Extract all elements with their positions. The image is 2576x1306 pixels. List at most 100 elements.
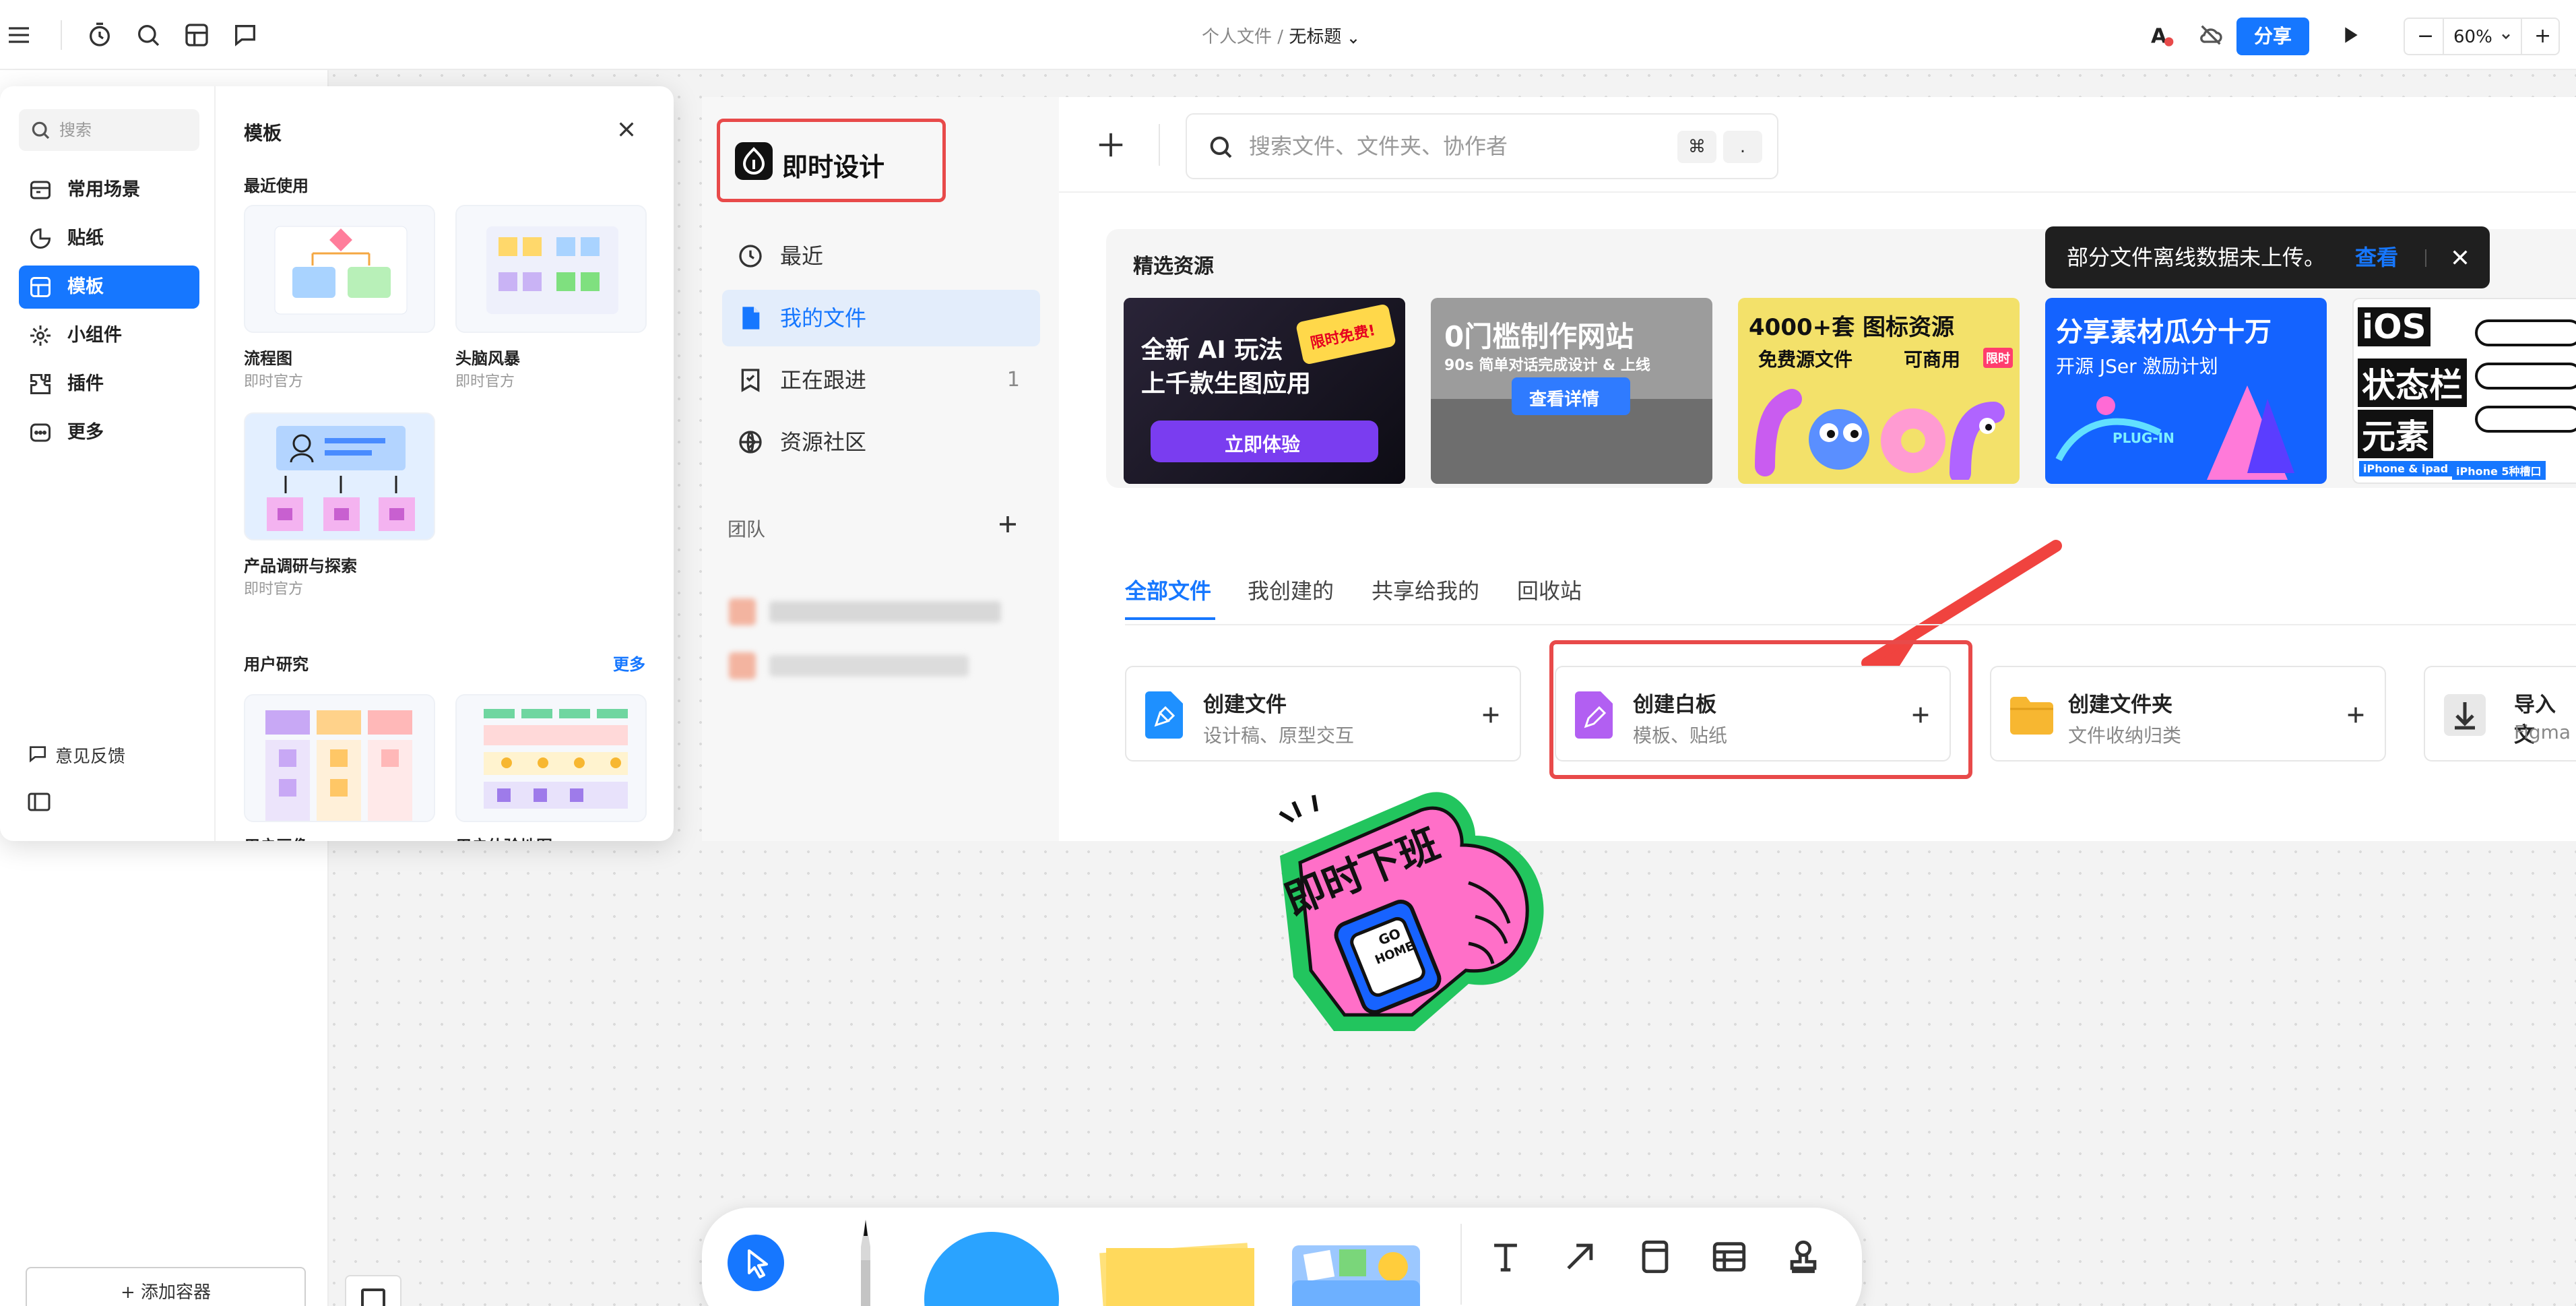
nav-item-label: 最近 bbox=[780, 243, 824, 269]
create-file-card[interactable]: 创建文件 设计稿、原型交互 bbox=[1125, 666, 1521, 761]
banner-website[interactable]: 0门槛制作网站 90s 简单对话完成设计 & 上线 查看详情 bbox=[1431, 298, 1712, 484]
play-icon[interactable] bbox=[2336, 22, 2363, 49]
template-card-brainstorm[interactable] bbox=[455, 205, 647, 333]
search-icon bbox=[1207, 133, 1234, 160]
template-icon bbox=[28, 275, 53, 299]
card-name: 用户画像 bbox=[244, 833, 309, 841]
banner-line3: 元素 bbox=[2358, 410, 2433, 458]
chevron-down-icon[interactable] bbox=[2499, 30, 2513, 43]
breadcrumb-parent[interactable]: 个人文件 bbox=[1202, 27, 1272, 47]
nav-item-community[interactable]: 资源社区 bbox=[722, 414, 1040, 470]
banner-cta[interactable]: 立即体验 bbox=[1225, 430, 1300, 457]
import-file-card[interactable]: 导入文 Figma bbox=[2424, 666, 2576, 761]
banner-tag: iPhone 5种槽口 bbox=[2452, 461, 2546, 480]
add-team-icon[interactable] bbox=[996, 512, 1020, 536]
chevron-down-icon[interactable] bbox=[1347, 32, 1359, 44]
nav-item-plugins[interactable]: 插件 bbox=[19, 363, 199, 406]
section-title-recent: 最近使用 bbox=[244, 177, 309, 195]
download-icon bbox=[2444, 694, 2486, 736]
highlight-box bbox=[1549, 640, 1972, 779]
search-icon[interactable] bbox=[135, 22, 162, 49]
banner-plugin[interactable]: 分享素材瓜分十万 开源 JSer 激励计划 PLUG-IN bbox=[2045, 298, 2327, 484]
font-alert-icon[interactable]: A bbox=[2148, 22, 2175, 49]
nav-item-label: 贴纸 bbox=[67, 228, 104, 249]
panel-toggle-icon[interactable] bbox=[27, 791, 51, 813]
template-card-persona[interactable] bbox=[244, 694, 435, 822]
zoom-level[interactable]: 60% bbox=[2453, 27, 2492, 47]
banner-cta[interactable]: 查看详情 bbox=[1529, 385, 1599, 410]
pointer-icon[interactable] bbox=[728, 1235, 784, 1291]
nav-item-widgets[interactable]: 小组件 bbox=[19, 314, 199, 357]
banner-line2: 90s 简单对话完成设计 & 上线 bbox=[1444, 357, 1650, 374]
banner-icons[interactable]: 4000+套 图标资源 免费源文件 可商用 限时 bbox=[1738, 298, 2020, 484]
nav-item-recent[interactable]: 最近 bbox=[722, 228, 1040, 284]
breadcrumb-current[interactable]: 无标题 bbox=[1289, 27, 1341, 47]
nav-item-my-files[interactable]: 我的文件 bbox=[722, 290, 1040, 346]
team-item-blurred[interactable] bbox=[769, 655, 969, 677]
nav-item-scenes[interactable]: 常用场景 bbox=[19, 168, 199, 212]
more-link[interactable]: 更多 bbox=[613, 651, 645, 675]
nav-item-more[interactable]: 更多 bbox=[19, 411, 199, 454]
team-item-blurred[interactable] bbox=[769, 601, 1001, 623]
zoom-in-button[interactable]: + bbox=[2534, 24, 2551, 48]
pen-icon[interactable] bbox=[849, 1220, 882, 1306]
bottom-toolbar bbox=[702, 1208, 1862, 1306]
close-icon[interactable] bbox=[616, 119, 637, 140]
action-sub: 文件收纳归类 bbox=[2068, 724, 2182, 747]
comment-icon[interactable] bbox=[232, 22, 259, 49]
divider bbox=[1159, 124, 1160, 166]
more-icon bbox=[28, 421, 53, 445]
nav-item-stickers[interactable]: 贴纸 bbox=[19, 217, 199, 260]
sticky-note[interactable] bbox=[1093, 1235, 1254, 1306]
nav-item-templates[interactable]: 模板 bbox=[19, 266, 199, 309]
banner-line2: 状态栏 bbox=[2358, 359, 2467, 407]
template-search-input[interactable]: 搜索 bbox=[19, 109, 199, 151]
banner-line2: 上千款生图应用 bbox=[1141, 370, 1312, 398]
arrow-icon[interactable] bbox=[1560, 1237, 1599, 1276]
tab-created-by-me[interactable]: 我创建的 bbox=[1248, 574, 1334, 605]
featured-title: 精选资源 bbox=[1133, 255, 1214, 278]
phone-frame bbox=[2475, 319, 2576, 346]
phone-frame bbox=[2475, 363, 2576, 390]
template-card-product-research[interactable] bbox=[244, 412, 435, 540]
selection-indicator[interactable] bbox=[345, 1275, 401, 1306]
text-icon[interactable] bbox=[1486, 1237, 1525, 1276]
template-icon[interactable] bbox=[183, 22, 210, 49]
divider bbox=[2521, 19, 2522, 54]
tab-all-files[interactable]: 全部文件 bbox=[1125, 574, 1211, 605]
plugin-illustration bbox=[2055, 385, 2294, 480]
file-search-input[interactable]: 搜索文件、文件夹、协作者 ⌘ . bbox=[1186, 113, 1778, 179]
cloud-off-icon[interactable] bbox=[2197, 22, 2224, 49]
tab-trash[interactable]: 回收站 bbox=[1517, 574, 1582, 605]
zoom-control: − 60% + bbox=[2404, 18, 2560, 55]
toast-view-link[interactable]: 查看 bbox=[2355, 226, 2398, 288]
template-card-flowchart[interactable] bbox=[244, 205, 435, 333]
folder-icon bbox=[2010, 697, 2053, 735]
tab-shared-with-me[interactable]: 共享给我的 bbox=[1372, 574, 1479, 605]
banner-ios[interactable]: iOS 状态栏 元素 iPhone & ipad iPhone 5种槽口 bbox=[2352, 298, 2576, 484]
plus-icon: + bbox=[120, 1282, 135, 1303]
table-icon[interactable] bbox=[1710, 1237, 1749, 1276]
menu-icon[interactable] bbox=[5, 22, 32, 49]
circle-shape[interactable] bbox=[924, 1232, 1059, 1306]
plus-icon[interactable] bbox=[1095, 129, 1126, 160]
sticker-folder[interactable] bbox=[1292, 1240, 1420, 1306]
nav-item-following[interactable]: 正在跟进 1 bbox=[722, 352, 1040, 408]
frame-icon bbox=[361, 1288, 385, 1306]
close-icon[interactable] bbox=[2449, 247, 2471, 268]
timer-icon[interactable] bbox=[86, 22, 113, 49]
team-avatar bbox=[729, 598, 756, 625]
stamp-icon[interactable] bbox=[1784, 1237, 1823, 1276]
divider bbox=[61, 20, 62, 50]
add-container-button[interactable]: + 添加容器 bbox=[26, 1267, 306, 1306]
share-button[interactable]: 分享 bbox=[2236, 18, 2309, 55]
feedback-link[interactable]: 意见反馈 bbox=[27, 743, 125, 768]
frame-icon[interactable] bbox=[1636, 1237, 1675, 1276]
banner-ai[interactable]: 限时免费! 全新 AI 玩法 上千款生图应用 立即体验 bbox=[1124, 298, 1405, 484]
sticker-off-work[interactable]: 即时下班 GO HOME bbox=[1253, 775, 1563, 1031]
template-card-journey-map[interactable] bbox=[455, 694, 647, 822]
create-folder-card[interactable]: 创建文件夹 文件收纳归类 bbox=[1990, 666, 2386, 761]
3d-letters-illustration bbox=[1755, 389, 2005, 480]
plus-icon bbox=[1479, 704, 1502, 726]
zoom-out-button[interactable]: − bbox=[2417, 24, 2434, 48]
